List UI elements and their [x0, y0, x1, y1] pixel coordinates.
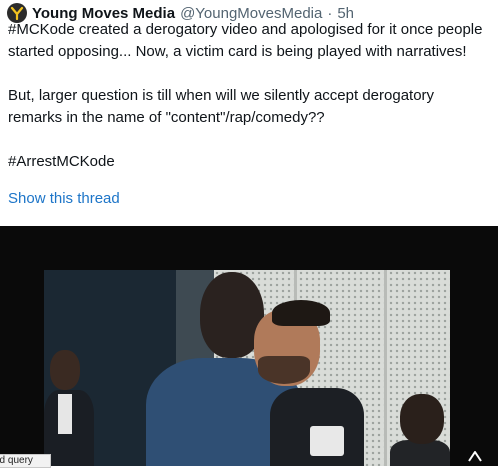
video-badge-icon[interactable]: [468, 450, 482, 462]
video-still: [44, 270, 450, 466]
show-thread-link[interactable]: Show this thread: [8, 190, 120, 207]
background-person-head: [400, 394, 444, 444]
wall-seam: [384, 270, 387, 466]
tweet-hashtag[interactable]: #ArrestMCKode: [8, 151, 492, 173]
tweet-paragraph: #MCKode created a derogatory video and a…: [8, 21, 483, 60]
background-person-head: [50, 350, 80, 390]
tweet-body: #MCKode created a derogatory video and a…: [8, 19, 492, 173]
tweet-paragraph: But, larger question is till when will w…: [8, 87, 435, 126]
person-front-beard: [258, 356, 310, 384]
ym-logo-icon: [10, 6, 24, 20]
shirt-print: [310, 426, 344, 456]
person-front-hair: [272, 300, 330, 326]
video-player[interactable]: [0, 226, 498, 466]
background-person-collar: [58, 394, 72, 434]
